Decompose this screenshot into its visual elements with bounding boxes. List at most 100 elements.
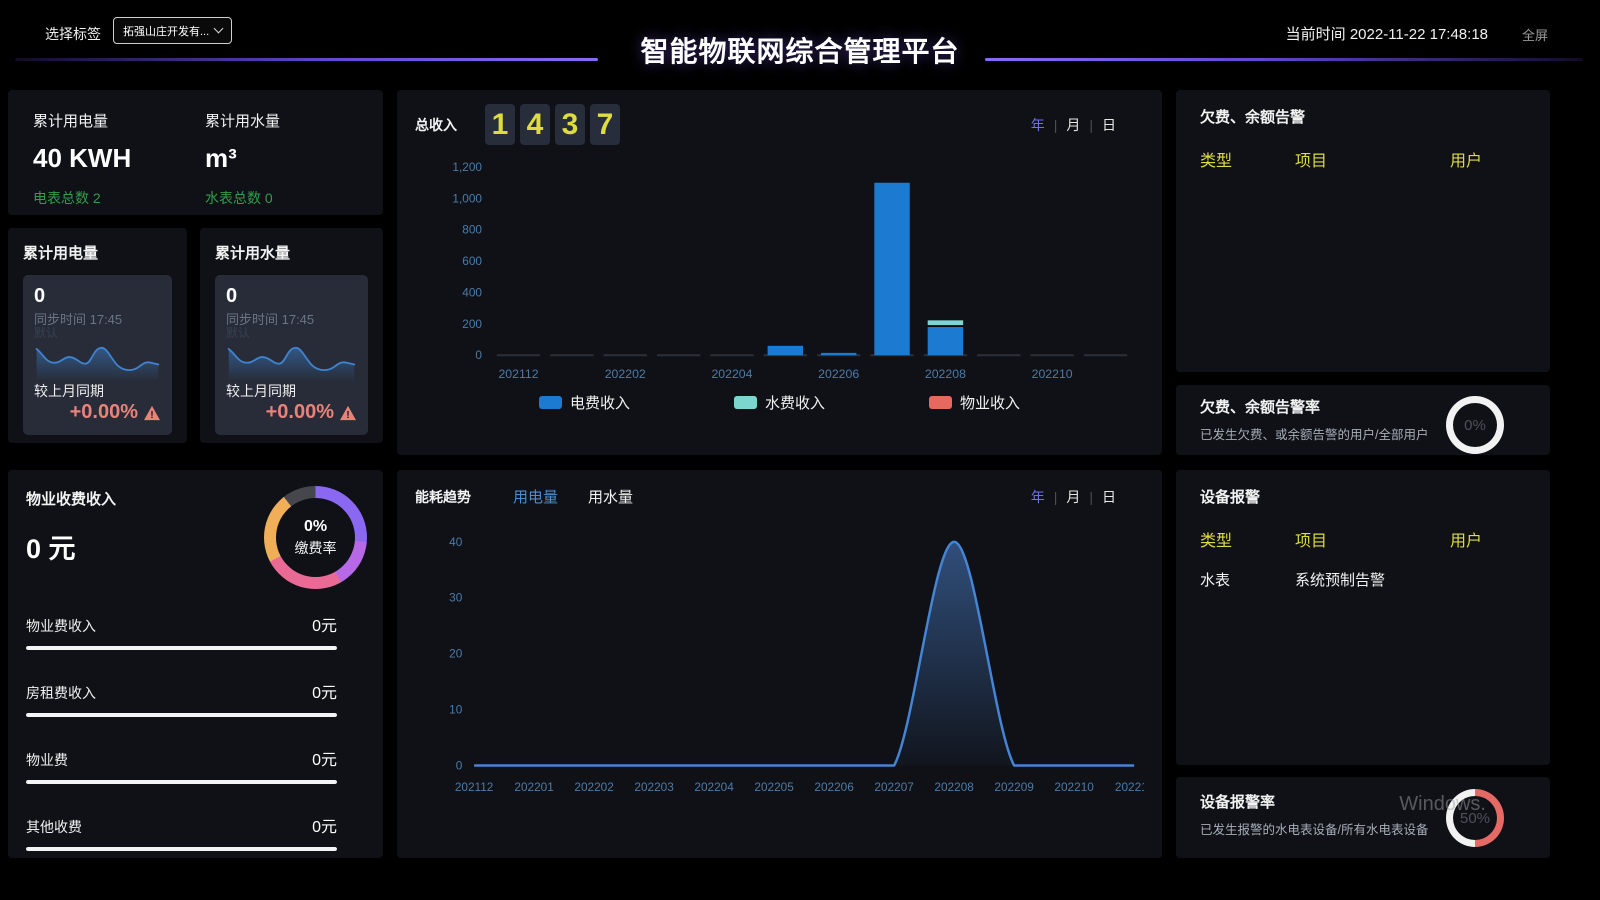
header-divider-right <box>985 58 1583 61</box>
water-compare-label: 较上月同期 <box>226 381 357 401</box>
revenue-digit-counter: 1 4 3 7 <box>485 104 620 145</box>
income-row-label: 其他收费 <box>26 817 82 837</box>
device-alarm-title: 设备报警 <box>1200 486 1526 507</box>
period-tab-day[interactable]: 日 <box>1102 115 1116 135</box>
legend-item-electric-income[interactable]: 电费收入 <box>539 392 630 413</box>
legend-item-property-income[interactable]: 物业收入 <box>929 392 1020 413</box>
svg-text:20: 20 <box>449 647 463 661</box>
column-item: 项目 <box>1295 147 1450 171</box>
period-separator: | <box>1089 117 1093 133</box>
device-alarm-table-header: 类型 项目 用户 <box>1200 527 1526 551</box>
svg-text:202204: 202204 <box>711 367 752 381</box>
device-alarm-rate-title: 设备报警率 <box>1200 791 1442 812</box>
arrears-rate-panel: 欠费、余额告警率 已发生欠费、或余额告警的用户/全部用户 0% <box>1176 385 1550 455</box>
water-sparkline-chart <box>226 338 357 380</box>
svg-text:202206: 202206 <box>814 780 854 794</box>
alarm-type-cell: 水表 <box>1200 569 1295 590</box>
water-trend-card: 0 同步时间 17:45 默认 较上月同期 +0.00% ! <box>215 275 368 435</box>
period-tab-month[interactable]: 月 <box>1066 487 1080 507</box>
svg-text:202208: 202208 <box>925 367 966 381</box>
iot-dashboard: 选择标签 拓强山庄开发有... 智能物联网综合管理平台 当前时间 2022-11… <box>0 0 1600 900</box>
fullscreen-button[interactable]: 全屏 <box>1522 25 1548 44</box>
arrears-table-header: 类型 项目 用户 <box>1200 147 1526 171</box>
svg-text:800: 800 <box>462 223 482 237</box>
payment-rate-donut-chart[interactable]: 0% 缴费率 <box>264 486 367 589</box>
svg-text:202208: 202208 <box>934 780 974 794</box>
arrears-rate-subtitle: 已发生欠费、或余额告警的用户/全部用户 <box>1200 424 1442 443</box>
svg-text:10: 10 <box>449 703 463 717</box>
electric-compare-label: 较上月同期 <box>34 381 161 401</box>
alarm-user-cell <box>1450 569 1526 590</box>
device-alarm-panel: 设备报警 类型 项目 用户 水表 系统预制告警 <box>1176 470 1550 765</box>
device-alarm-rate-ring-chart[interactable]: 50% <box>1446 789 1504 847</box>
svg-text:1,200: 1,200 <box>452 160 482 174</box>
svg-text:202201: 202201 <box>514 780 553 794</box>
energy-trend-panel: 能耗趋势 用电量 用水量 年 | 月 | 日 01020304020211220… <box>397 470 1162 858</box>
arrears-rate-ring-chart[interactable]: 0% <box>1446 396 1504 454</box>
electric-trend-value: 0 <box>34 285 161 308</box>
revenue-bar-chart[interactable]: 02004006008001,0001,20020211220220220220… <box>415 153 1144 390</box>
water-compare-value: +0.00% <box>266 401 334 424</box>
revenue-legend: 电费收入 水费收入 物业收入 <box>415 392 1144 413</box>
svg-text:!: ! <box>346 409 349 420</box>
electric-compare-value: +0.00% <box>70 401 138 424</box>
income-row-label: 物业费收入 <box>26 616 96 636</box>
svg-text:400: 400 <box>462 285 482 299</box>
electric-trend-tag: 默认 <box>34 328 161 338</box>
arrears-rate-value: 0% <box>1446 396 1504 454</box>
svg-text:600: 600 <box>462 254 482 268</box>
column-type: 类型 <box>1200 147 1295 171</box>
svg-text:202205: 202205 <box>754 780 794 794</box>
tab-electricity-usage[interactable]: 用电量 <box>513 486 558 507</box>
energy-area-chart[interactable]: 0102030402021122022012022022022032022042… <box>415 515 1144 815</box>
svg-text:202210: 202210 <box>1054 780 1094 794</box>
income-progress-bar <box>26 847 337 851</box>
total-electric-value: 40 KWH <box>33 143 205 174</box>
alarm-item-cell: 系统预制告警 <box>1295 569 1450 590</box>
electric-trend-panel: 累计用电量 0 同步时间 17:45 默认 较上月同期 +0.00% ! <box>8 228 187 443</box>
current-time-value: 2022-11-22 17:48:18 <box>1350 26 1488 43</box>
income-row-value: 0元 <box>312 679 337 703</box>
svg-text:0: 0 <box>475 348 482 362</box>
revenue-digit: 1 <box>485 104 515 145</box>
electric-trend-card: 0 同步时间 17:45 默认 较上月同期 +0.00% ! <box>23 275 172 435</box>
column-item: 项目 <box>1295 527 1450 551</box>
period-tab-month[interactable]: 月 <box>1066 115 1080 135</box>
header-divider-left <box>15 58 598 61</box>
svg-text:200: 200 <box>462 317 482 331</box>
total-electric-title: 累计用电量 <box>33 110 205 131</box>
svg-text:202207: 202207 <box>874 780 913 794</box>
total-revenue-title: 总收入 <box>415 115 457 135</box>
svg-text:202202: 202202 <box>605 367 646 381</box>
legend-swatch-cyan <box>734 396 757 409</box>
period-tab-year[interactable]: 年 <box>1031 115 1045 135</box>
energy-trend-title: 能耗趋势 <box>415 487 471 507</box>
energy-tab-switch: 用电量 用水量 <box>513 486 633 507</box>
totals-panel: 累计用电量 40 KWH 电表总数 2 累计用水量 m³ 水表总数 0 <box>8 90 383 215</box>
revenue-digit: 3 <box>555 104 585 145</box>
income-row: 其他收费 0元 <box>26 813 337 851</box>
water-trend-panel: 累计用水量 0 同步时间 17:45 默认 较上月同期 +0.00% ! <box>200 228 383 443</box>
revenue-digit: 7 <box>590 104 620 145</box>
current-time: 当前时间 2022-11-22 17:48:18 <box>1286 23 1488 44</box>
device-alarm-row[interactable]: 水表 系统预制告警 <box>1200 569 1526 590</box>
period-tab-year[interactable]: 年 <box>1031 487 1045 507</box>
arrears-rate-title: 欠费、余额告警率 <box>1200 396 1442 417</box>
svg-text:202203: 202203 <box>634 780 674 794</box>
total-water-value: m³ <box>205 143 377 174</box>
total-water-title: 累计用水量 <box>205 110 377 131</box>
current-time-label: 当前时间 <box>1286 26 1346 43</box>
water-meter-count: 水表总数 0 <box>205 188 377 208</box>
svg-text:202112: 202112 <box>498 367 538 381</box>
income-row-label: 物业费 <box>26 750 68 770</box>
legend-item-water-income[interactable]: 水费收入 <box>734 392 825 413</box>
device-alarm-rate-value: 50% <box>1446 789 1504 847</box>
income-progress-bar <box>26 713 337 717</box>
water-trend-title: 累计用水量 <box>215 242 368 263</box>
total-revenue-panel: 总收入 1 4 3 7 年 | 月 | 日 02004006008001,000… <box>397 90 1162 455</box>
period-tab-day[interactable]: 日 <box>1102 487 1116 507</box>
electric-trend-title: 累计用电量 <box>23 242 172 263</box>
warning-triangle-icon: ! <box>143 405 161 421</box>
tab-water-usage[interactable]: 用水量 <box>588 486 633 507</box>
device-alarm-rate-subtitle: 已发生报警的水电表设备/所有水电表设备 <box>1200 819 1442 838</box>
